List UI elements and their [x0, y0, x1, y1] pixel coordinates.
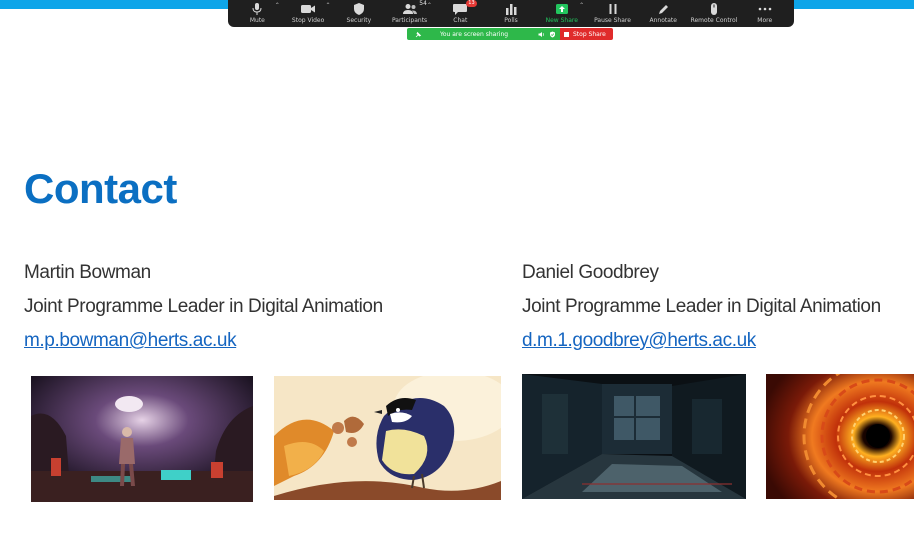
stop-share-button[interactable]: Stop Share: [560, 28, 613, 40]
speaker-icon: [538, 31, 544, 37]
chat-unread-badge: 13: [466, 0, 477, 7]
thumbnail-spiral-vortex: [766, 374, 914, 499]
annotate-label: Annotate: [649, 17, 677, 24]
participant-count: 54: [419, 0, 427, 7]
new-share-button[interactable]: ⌃ New Share: [536, 0, 587, 27]
more-button[interactable]: More: [739, 0, 790, 27]
pin-icon: [415, 31, 422, 37]
contact-email-link[interactable]: d.m.1.goodbrey@herts.ac.uk: [522, 324, 756, 358]
participants-icon: [402, 4, 417, 14]
contact-role: Joint Programme Leader in Digital Animat…: [24, 296, 383, 317]
polls-button[interactable]: Polls: [486, 0, 537, 27]
contact-role: Joint Programme Leader in Digital Animat…: [522, 296, 881, 317]
annotate-button[interactable]: Annotate: [638, 0, 689, 27]
stop-square-icon: [564, 31, 569, 37]
mouse-icon: [710, 3, 717, 15]
video-camera-icon: [301, 5, 316, 13]
polls-label: Polls: [504, 17, 518, 24]
mute-button[interactable]: ⌃ Mute: [232, 0, 283, 27]
chat-button[interactable]: 13 Chat: [435, 0, 486, 27]
share-screen-icon: [555, 4, 568, 14]
security-label: Security: [346, 17, 372, 24]
thumbnail-fantasy-scene: [31, 376, 253, 502]
contact-card-left: Martin Bowman Joint Programme Leader in …: [24, 256, 383, 358]
mute-options-caret[interactable]: ⌃: [275, 2, 280, 9]
mute-label: Mute: [249, 17, 265, 24]
chat-label: Chat: [453, 17, 468, 24]
remote-control-button[interactable]: Remote Control: [689, 0, 740, 27]
share-status-pill[interactable]: You are screen sharing: [407, 28, 560, 40]
stop-video-button[interactable]: ⌃ Stop Video: [283, 0, 334, 27]
remote-control-label: Remote Control: [690, 17, 738, 24]
stop-video-label: Stop Video: [291, 17, 325, 24]
microphone-icon: [252, 3, 262, 15]
security-button[interactable]: Security: [333, 0, 384, 27]
contact-card-right: Daniel Goodbrey Joint Programme Leader i…: [522, 256, 881, 358]
participants-button[interactable]: 54 ⌃ Participants: [384, 0, 435, 27]
thumbnail-bird-illustration: [274, 376, 501, 500]
share-status-text: You are screen sharing: [440, 30, 509, 38]
contact-name: Daniel Goodbrey: [522, 262, 659, 283]
slide-title: Contact: [24, 165, 177, 212]
bar-chart-icon: [506, 4, 517, 15]
new-share-label: New Share: [545, 17, 578, 24]
participants-label: Participants: [391, 17, 428, 24]
thumbnail-dark-interior: [522, 374, 746, 499]
more-label: More: [757, 17, 773, 24]
meeting-toolbar: ⌃ Mute ⌃ Stop Video Security 54 ⌃ Partic…: [228, 0, 794, 27]
contact-name: Martin Bowman: [24, 262, 151, 283]
pause-icon: [609, 4, 616, 14]
contact-email-link[interactable]: m.p.bowman@herts.ac.uk: [24, 324, 237, 358]
pencil-icon: [659, 5, 669, 14]
pause-share-label: Pause Share: [594, 17, 631, 24]
screen-share-banner: You are screen sharing Stop Share: [407, 28, 613, 40]
shield-check-icon: [550, 31, 555, 37]
ellipsis-icon: [758, 7, 772, 11]
video-options-caret[interactable]: ⌃: [325, 2, 330, 9]
shield-icon: [353, 3, 364, 15]
share-options-caret[interactable]: ⌃: [579, 2, 584, 9]
participants-options-caret[interactable]: ⌃: [427, 2, 432, 9]
pause-share-button[interactable]: Pause Share: [587, 0, 638, 27]
stop-share-label: Stop Share: [573, 30, 606, 38]
